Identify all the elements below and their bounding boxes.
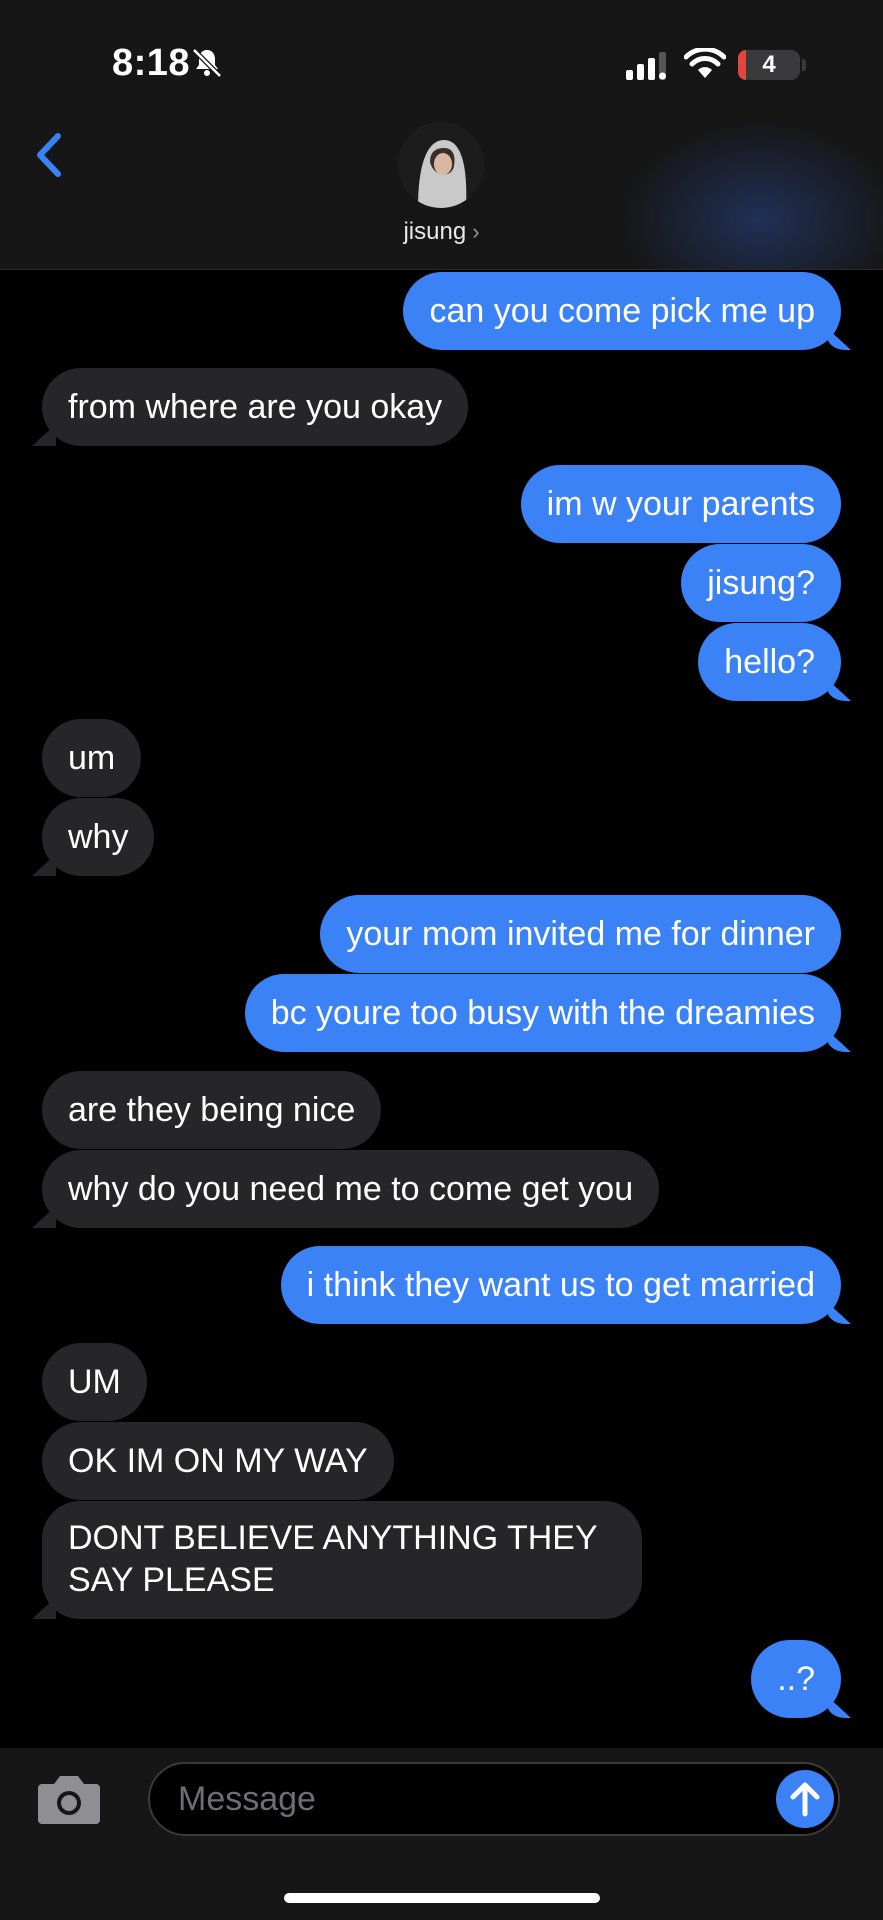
incoming-message[interactable]: UM [42, 1343, 147, 1421]
battery-indicator: 4 [738, 50, 800, 80]
header-glow [620, 120, 883, 269]
outgoing-message[interactable]: jisung? [681, 544, 841, 622]
status-time: 8:18 [112, 42, 191, 84]
outgoing-message[interactable]: ..? [751, 1640, 841, 1718]
message-field[interactable] [148, 1762, 840, 1836]
wifi-icon [684, 48, 726, 78]
send-button[interactable] [776, 1770, 834, 1828]
incoming-message[interactable]: why do you need me to come get you [42, 1150, 660, 1228]
outgoing-message[interactable]: im w your parents [520, 465, 841, 543]
outgoing-message[interactable]: your mom invited me for dinner [320, 895, 841, 973]
home-indicator[interactable] [284, 1893, 600, 1903]
outgoing-message[interactable]: i think they want us to get married [280, 1246, 841, 1324]
incoming-message[interactable]: DONT BELIEVE ANYTHING THEY SAY PLEASE [42, 1501, 642, 1619]
outgoing-message[interactable]: bc youre too busy with the dreamies [244, 974, 841, 1052]
contact-avatar[interactable] [398, 122, 484, 208]
incoming-message[interactable]: from where are you okay [42, 368, 469, 446]
bell-slash-icon [192, 48, 222, 78]
contact-name-button[interactable]: jisung › [0, 218, 883, 246]
outgoing-message[interactable]: can you come pick me up [403, 272, 841, 350]
chevron-right-icon: › [472, 219, 480, 244]
battery-nub [802, 59, 806, 71]
contact-name: jisung [403, 218, 467, 245]
incoming-message[interactable]: OK IM ON MY WAY [42, 1422, 394, 1500]
incoming-message[interactable]: um [42, 719, 142, 797]
outgoing-message[interactable]: hello? [698, 623, 841, 701]
chevron-left-icon[interactable] [30, 130, 70, 180]
arrow-up-icon [790, 1782, 820, 1817]
incoming-message[interactable]: why [42, 798, 155, 876]
message-input[interactable] [178, 1764, 778, 1834]
battery-percent: 4 [762, 51, 776, 78]
camera-icon[interactable] [36, 1770, 102, 1826]
incoming-message[interactable]: are they being nice [42, 1071, 382, 1149]
cellular-signal-icon [626, 52, 666, 80]
avatar-image [398, 122, 484, 208]
